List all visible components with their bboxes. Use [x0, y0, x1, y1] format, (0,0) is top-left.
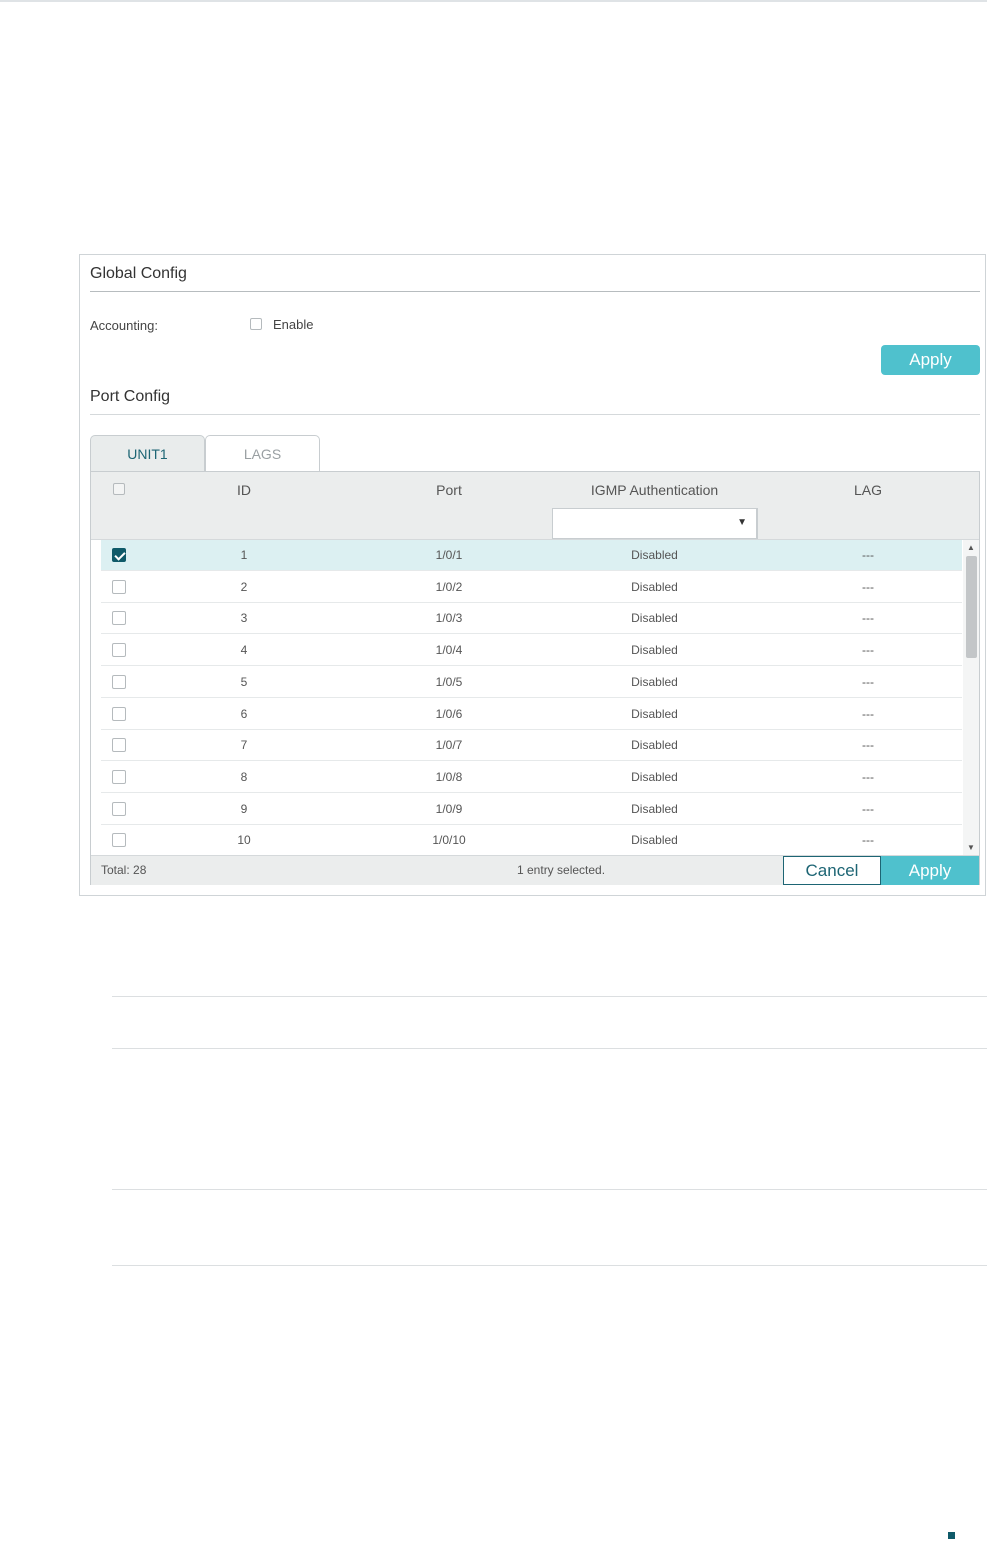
cell-id: 6	[240, 706, 248, 721]
chevron-down-icon: ▼	[737, 517, 747, 528]
table-row[interactable]: 7 1/0/7 Disabled ---	[101, 730, 962, 762]
column-header-id[interactable]: ID	[149, 472, 339, 508]
port-apply-button[interactable]: Apply	[881, 856, 979, 885]
divider-line	[112, 1048, 987, 1049]
cell-port: 1/0/10	[432, 833, 466, 848]
port-config-divider	[90, 414, 980, 415]
port-table: ID Port IGMP Authentication LAG ▼ 1 1/0/1…	[90, 471, 980, 885]
tab-unit1[interactable]: UNIT1	[90, 435, 205, 472]
row-checkbox[interactable]	[112, 579, 126, 594]
column-header-port[interactable]: Port	[354, 472, 544, 508]
selection-info: 1 entry selected.	[517, 863, 606, 877]
table-body: 1 1/0/1 Disabled --- 2 1/0/2 Disabled --- 3 1/0/3…	[101, 540, 962, 856]
cell-lag: ---	[862, 579, 874, 594]
page-marker-icon	[948, 1532, 955, 1539]
cell-lag: ---	[862, 801, 874, 816]
cell-igmp-authentication: Disabled	[631, 769, 678, 784]
top-divider	[0, 0, 987, 2]
cell-lag: ---	[862, 738, 874, 753]
accounting-label: Accounting:	[90, 318, 158, 333]
table-row[interactable]: 6 1/0/6 Disabled ---	[101, 699, 962, 730]
cell-igmp-authentication: Disabled	[631, 579, 678, 594]
table-row[interactable]: 10 1/0/10 Disabled ---	[101, 825, 962, 856]
cell-igmp-authentication: Disabled	[631, 548, 678, 562]
global-apply-button[interactable]: Apply	[881, 345, 980, 375]
cancel-button[interactable]: Cancel	[783, 856, 881, 885]
igmp-filter-select[interactable]: ▼	[552, 508, 757, 539]
table-scrollbar[interactable]: ▲ ▼	[963, 540, 979, 856]
cell-igmp-authentication: Disabled	[631, 801, 678, 816]
table-header: ID Port IGMP Authentication LAG	[91, 472, 979, 509]
cell-id: 10	[237, 833, 251, 848]
table-row[interactable]: 5 1/0/5 Disabled ---	[101, 667, 962, 698]
cell-id: 1	[240, 548, 248, 562]
cell-igmp-authentication: Disabled	[631, 833, 678, 848]
lag-filter-cell	[757, 508, 979, 539]
scroll-up-icon[interactable]: ▲	[963, 542, 979, 554]
global-config-title: Global Config	[90, 265, 187, 282]
cell-igmp-authentication: Disabled	[631, 643, 678, 658]
cell-port: 1/0/9	[435, 801, 463, 816]
cell-igmp-authentication: Disabled	[631, 738, 678, 753]
cell-port: 1/0/3	[435, 611, 463, 626]
table-row[interactable]: 8 1/0/8 Disabled ---	[101, 762, 962, 793]
cell-id: 8	[240, 769, 248, 784]
cell-igmp-authentication: Disabled	[631, 611, 678, 626]
cell-igmp-authentication: Disabled	[631, 706, 678, 721]
select-all-checkbox[interactable]	[113, 483, 125, 495]
cell-port: 1/0/4	[435, 643, 463, 658]
divider-line	[112, 1265, 987, 1266]
cell-lag: ---	[862, 833, 874, 848]
cell-port: 1/0/6	[435, 706, 463, 721]
divider-line	[112, 1189, 987, 1190]
column-header-igmp[interactable]: IGMP Authentication	[552, 472, 757, 508]
port-config-title: Port Config	[90, 388, 171, 405]
tab-lags[interactable]: LAGS	[205, 435, 320, 472]
table-row[interactable]: 2 1/0/2 Disabled ---	[101, 572, 962, 603]
scroll-thumb[interactable]	[966, 556, 977, 658]
cell-id: 3	[240, 611, 248, 626]
scroll-down-icon[interactable]: ▼	[963, 842, 979, 854]
cell-lag: ---	[862, 611, 874, 626]
column-header-lag[interactable]: LAG	[757, 472, 979, 508]
cell-id: 5	[240, 674, 248, 689]
table-row[interactable]: 4 1/0/4 Disabled ---	[101, 635, 962, 667]
cell-id: 2	[240, 579, 248, 594]
cell-lag: ---	[862, 769, 874, 784]
cell-lag: ---	[862, 674, 874, 689]
row-checkbox[interactable]	[112, 643, 126, 658]
table-row[interactable]: 1 1/0/1 Disabled ---	[101, 540, 962, 571]
cell-port: 1/0/5	[435, 674, 463, 689]
table-row[interactable]: 9 1/0/9 Disabled ---	[101, 794, 962, 825]
row-checkbox[interactable]	[112, 548, 126, 562]
row-checkbox[interactable]	[112, 674, 126, 689]
filter-row: ▼	[91, 508, 979, 540]
table-footer: Total: 28 1 entry selected. Cancel Apply	[91, 855, 979, 885]
cell-port: 1/0/7	[435, 738, 463, 753]
cell-lag: ---	[862, 706, 874, 721]
accounting-enable-label[interactable]: Enable	[273, 317, 313, 332]
row-checkbox[interactable]	[112, 706, 126, 721]
cell-id: 7	[240, 738, 248, 753]
global-config-divider	[90, 291, 980, 292]
cell-port: 1/0/2	[435, 579, 463, 594]
cell-lag: ---	[862, 548, 874, 562]
cell-port: 1/0/8	[435, 769, 463, 784]
cell-id: 9	[240, 801, 248, 816]
total-count: Total: 28	[101, 863, 147, 877]
cell-igmp-authentication: Disabled	[631, 674, 678, 689]
row-checkbox[interactable]	[112, 801, 126, 816]
row-checkbox[interactable]	[112, 769, 126, 784]
cell-id: 4	[240, 643, 248, 658]
row-checkbox[interactable]	[112, 611, 126, 626]
cell-lag: ---	[862, 643, 874, 658]
row-checkbox[interactable]	[112, 738, 126, 753]
config-panel: Global Config Accounting: Enable Apply P…	[79, 254, 986, 896]
row-checkbox[interactable]	[112, 833, 126, 848]
table-row[interactable]: 3 1/0/3 Disabled ---	[101, 603, 962, 635]
accounting-enable-checkbox[interactable]	[250, 318, 262, 330]
divider-line	[112, 996, 987, 997]
cell-port: 1/0/1	[435, 548, 463, 562]
